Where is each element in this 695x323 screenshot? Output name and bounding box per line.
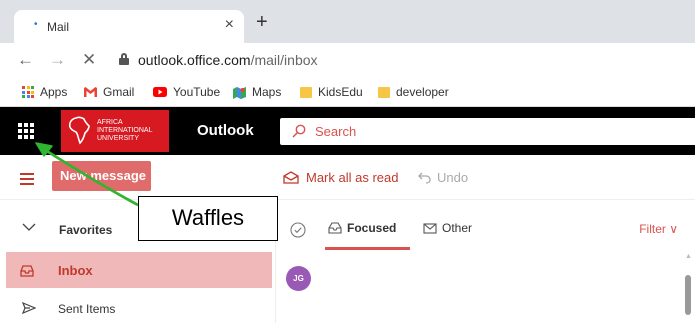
stop-loading-button[interactable]: ✕ xyxy=(82,51,96,69)
annotation-label: Waffles xyxy=(138,196,278,241)
bookmark-label: Gmail xyxy=(103,85,135,99)
bookmark-label: developer xyxy=(396,85,449,99)
university-logo[interactable]: AFRICA INTERNATIONAL UNIVERSITY xyxy=(61,110,169,152)
bookmark-gmail[interactable]: Gmail xyxy=(84,85,134,99)
avatar[interactable]: JG xyxy=(286,266,311,291)
tab-other[interactable]: Other xyxy=(423,221,472,235)
new-message-button[interactable]: New message xyxy=(52,161,151,191)
outlook-header: AFRICA INTERNATIONAL UNIVERSITY Outlook … xyxy=(0,107,695,155)
bookmark-maps[interactable]: Maps xyxy=(233,85,281,99)
browser-toolbar: ← → ✕ outlook.office.com/mail/inbox xyxy=(0,43,695,79)
inbox-icon xyxy=(20,265,34,277)
mark-all-read-label: Mark all as read xyxy=(306,170,399,185)
bookmarks-bar: Apps Gmail YouTube Maps KidsEdu develope… xyxy=(0,79,695,107)
bookmark-youtube[interactable]: YouTube xyxy=(153,85,220,99)
bookmark-label: KidsEdu xyxy=(318,85,363,99)
waffle-icon[interactable] xyxy=(18,123,34,139)
maps-icon xyxy=(233,86,246,99)
search-icon xyxy=(292,124,306,138)
tab-title: Mail xyxy=(47,20,70,34)
bookmark-kidsedu[interactable]: KidsEdu xyxy=(300,85,363,99)
tab-focused-label: Focused xyxy=(347,221,397,235)
bookmark-label: Apps xyxy=(40,85,68,99)
gmail-icon xyxy=(84,87,97,97)
url-path: /mail/inbox xyxy=(250,52,318,68)
other-mail-icon xyxy=(423,223,437,234)
scrollbar-thumb[interactable] xyxy=(685,275,691,315)
browser-tab-mail[interactable]: • Mail × xyxy=(14,10,244,43)
bookmark-label: Maps xyxy=(252,85,282,99)
undo-icon xyxy=(418,172,431,184)
tab-close-icon[interactable]: × xyxy=(225,16,234,34)
folder-icon xyxy=(378,86,390,98)
inbox-label: Inbox xyxy=(58,263,93,278)
lock-icon[interactable] xyxy=(119,53,129,65)
message-list: Focused Other Filter ∨ JG ▲ xyxy=(275,200,695,323)
mark-all-read-button[interactable]: Mark all as read xyxy=(283,170,398,185)
select-all-checkbox-icon[interactable] xyxy=(290,222,306,238)
forward-button[interactable]: → xyxy=(49,51,66,69)
focused-inbox-icon xyxy=(328,222,342,234)
undo-button[interactable]: Undo xyxy=(418,170,468,185)
envelope-open-icon xyxy=(283,171,299,184)
send-icon xyxy=(22,302,36,314)
logo-text: AFRICA INTERNATIONAL UNIVERSITY xyxy=(97,119,153,142)
bookmark-developer[interactable]: developer xyxy=(378,85,449,99)
favorites-label: Favorites xyxy=(59,223,113,237)
focused-tab-indicator xyxy=(325,247,410,250)
folder-sent-items[interactable]: Sent Items xyxy=(6,295,272,323)
tab-focused[interactable]: Focused xyxy=(328,221,396,235)
undo-label: Undo xyxy=(437,170,469,185)
chevron-down-icon xyxy=(22,223,36,231)
tab-other-label: Other xyxy=(442,221,473,235)
scrollbar[interactable]: ▲ xyxy=(684,253,692,323)
bookmark-apps[interactable]: Apps xyxy=(22,85,67,99)
command-bar: New message Mark all as read Undo xyxy=(0,155,695,200)
url-host: outlook.office.com xyxy=(138,52,251,68)
youtube-icon xyxy=(153,87,167,97)
bookmark-label: YouTube xyxy=(173,85,221,99)
filter-button[interactable]: Filter ∨ xyxy=(639,222,678,236)
address-bar[interactable]: outlook.office.com/mail/inbox xyxy=(138,52,318,68)
search-box[interactable]: Search xyxy=(280,118,695,145)
loading-icon: • xyxy=(34,19,38,30)
search-input[interactable]: Search xyxy=(315,124,356,139)
folder-inbox[interactable]: Inbox xyxy=(6,252,272,288)
africa-map-logo-icon xyxy=(68,116,90,145)
back-button[interactable]: ← xyxy=(17,51,34,69)
browser-tabstrip: • Mail × + xyxy=(0,0,695,43)
scroll-up-arrow-icon[interactable]: ▲ xyxy=(685,253,692,260)
sent-items-label: Sent Items xyxy=(58,302,116,316)
hamburger-menu-icon[interactable] xyxy=(20,173,34,188)
apps-grid-icon xyxy=(22,86,34,98)
app-title[interactable]: Outlook xyxy=(197,122,254,139)
new-tab-button[interactable]: + xyxy=(256,12,268,32)
folder-icon xyxy=(300,86,312,98)
